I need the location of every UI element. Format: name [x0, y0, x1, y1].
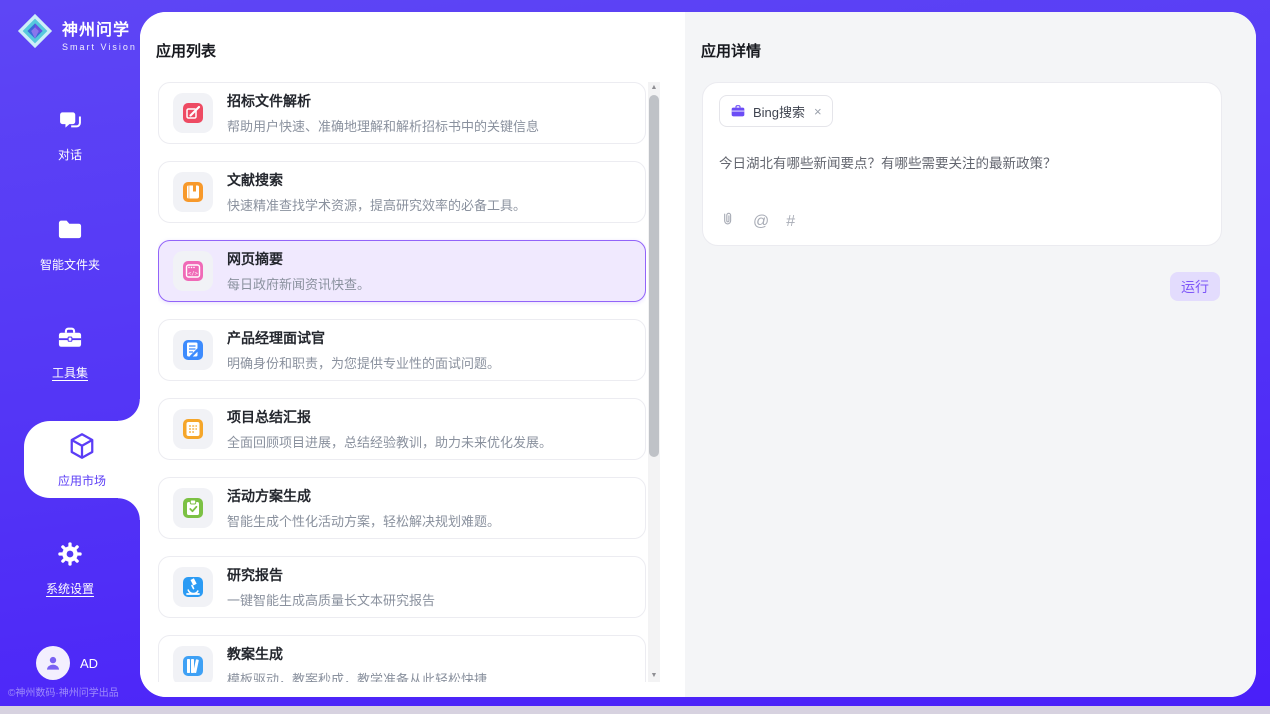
- app-desc: 每日政府新闻资讯快查。: [227, 274, 370, 293]
- app-name: 活动方案生成: [227, 486, 500, 506]
- browser-code-icon: </>: [173, 251, 213, 291]
- person-icon: [43, 653, 63, 673]
- toolbox-icon: [56, 324, 84, 357]
- sidebar-item-app-market[interactable]: 应用市场: [24, 421, 140, 498]
- main-content: 应用列表 招标文件解析 帮助用户快速、准确地理解和解析招标书中的关键信息: [140, 12, 1256, 697]
- sidebar-item-label: 应用市场: [58, 472, 106, 489]
- app-name: 文献搜索: [227, 170, 526, 190]
- app-name: 网页摘要: [227, 249, 370, 269]
- app-name: 教案生成: [227, 644, 487, 664]
- doc-pen-icon: [173, 330, 213, 370]
- tool-chip-label: Bing搜索: [753, 102, 805, 121]
- app-desc: 模板驱动，教案秒成，教学准备从此轻松快捷: [227, 669, 487, 682]
- scroll-up-icon[interactable]: ▲: [651, 82, 658, 94]
- briefcase-icon: [730, 103, 746, 119]
- sidebar-item-smart-folder[interactable]: 智能文件夹: [0, 216, 140, 273]
- sidebar-item-toolset[interactable]: 工具集: [0, 324, 140, 381]
- book-icon: [173, 172, 213, 212]
- app-desc: 帮助用户快速、准确地理解和解析招标书中的关键信息: [227, 116, 539, 135]
- app-name: 产品经理面试官: [227, 328, 500, 348]
- composer-toolbar: @ #: [719, 211, 795, 232]
- cube-icon: [67, 431, 97, 466]
- sidebar-item-label: 对话: [58, 146, 82, 163]
- svg-text:</>: </>: [188, 271, 198, 277]
- sidebar-item-settings[interactable]: 系统设置: [0, 540, 140, 597]
- sidebar-item-label: 系统设置: [46, 580, 94, 597]
- user-profile[interactable]: AD: [36, 646, 98, 680]
- gear-icon: [56, 540, 84, 573]
- app-card-project-summary[interactable]: 项目总结汇报 全面回顾项目进展，总结经验教训，助力未来优化发展。: [158, 398, 646, 460]
- brand: 神州问学 Smart Vision: [16, 12, 137, 55]
- sidebar: 神州问学 Smart Vision 对话 智能文件夹: [0, 0, 140, 706]
- app-desc: 明确身份和职责，为您提供专业性的面试问题。: [227, 353, 500, 372]
- bottom-strip: [0, 706, 1270, 714]
- hash-icon[interactable]: #: [786, 214, 795, 230]
- app-desc: 一键智能生成高质量长文本研究报告: [227, 590, 435, 609]
- app-detail-panel: 应用详情 Bing搜索 × 今日湖北有哪些新闻要点？有哪些需要关注的最新政策？: [685, 12, 1256, 697]
- clipboard-check-icon: [173, 488, 213, 528]
- app-card-lesson-plan[interactable]: 教案生成 模板驱动，教案秒成，教学准备从此轻松快捷: [158, 635, 646, 682]
- app-card-literature-search[interactable]: 文献搜索 快速精准查找学术资源，提高研究效率的必备工具。: [158, 161, 646, 223]
- mention-icon[interactable]: @: [753, 214, 769, 230]
- app-name: 招标文件解析: [227, 91, 539, 111]
- user-name: AD: [80, 656, 98, 671]
- close-icon[interactable]: ×: [812, 104, 822, 119]
- run-button[interactable]: 运行: [1170, 272, 1220, 301]
- app-desc: 快速精准查找学术资源，提高研究效率的必备工具。: [227, 195, 526, 214]
- app-card-tender-analysis[interactable]: 招标文件解析 帮助用户快速、准确地理解和解析招标书中的关键信息: [158, 82, 646, 144]
- app-card-research-report[interactable]: 研究报告 一键智能生成高质量长文本研究报告: [158, 556, 646, 618]
- brand-logo-icon: [16, 12, 54, 55]
- sidebar-item-label: 工具集: [52, 364, 88, 381]
- app-list-title: 应用列表: [156, 40, 216, 61]
- app-card-pm-interviewer[interactable]: 产品经理面试官 明确身份和职责，为您提供专业性的面试问题。: [158, 319, 646, 381]
- brand-subtitle: Smart Vision: [62, 42, 137, 52]
- tool-chip-bing-search[interactable]: Bing搜索 ×: [719, 95, 833, 127]
- sidebar-item-chat[interactable]: 对话: [0, 106, 140, 163]
- app-list-panel: 应用列表 招标文件解析 帮助用户快速、准确地理解和解析招标书中的关键信息: [140, 12, 685, 697]
- paperclip-icon[interactable]: [719, 211, 736, 232]
- folder-icon: [56, 216, 84, 249]
- app-desc: 全面回顾项目进展，总结经验教训，助力未来优化发展。: [227, 432, 552, 451]
- app-list-scrollbar[interactable]: ▲ ▼: [648, 82, 660, 682]
- pen-square-icon: [173, 93, 213, 133]
- app-card-web-summary[interactable]: </> 网页摘要 每日政府新闻资讯快查。: [158, 240, 646, 302]
- microscope-icon: [173, 567, 213, 607]
- app-card-activity-plan[interactable]: 活动方案生成 智能生成个性化活动方案，轻松解决规划难题。: [158, 477, 646, 539]
- scroll-down-icon[interactable]: ▼: [651, 670, 658, 682]
- prompt-card: Bing搜索 × 今日湖北有哪些新闻要点？有哪些需要关注的最新政策？ @ #: [702, 82, 1222, 246]
- scrollbar-thumb[interactable]: [649, 95, 659, 457]
- app-frame: 神州问学 Smart Vision 对话 智能文件夹: [0, 0, 1270, 706]
- app-list: 招标文件解析 帮助用户快速、准确地理解和解析招标书中的关键信息: [158, 82, 646, 682]
- sidebar-item-label: 智能文件夹: [40, 256, 100, 273]
- brand-name: 神州问学: [62, 16, 137, 40]
- copyright-footer: ©神州数码·神州问学出品: [8, 684, 119, 699]
- avatar: [36, 646, 70, 680]
- app-name: 研究报告: [227, 565, 435, 585]
- chat-icon: [56, 106, 84, 139]
- note-icon: [173, 409, 213, 449]
- prompt-input[interactable]: 今日湖北有哪些新闻要点？有哪些需要关注的最新政策？: [719, 152, 1205, 172]
- app-desc: 智能生成个性化活动方案，轻松解决规划难题。: [227, 511, 500, 530]
- app-name: 项目总结汇报: [227, 407, 552, 427]
- app-detail-title: 应用详情: [701, 40, 761, 61]
- books-icon: [173, 646, 213, 682]
